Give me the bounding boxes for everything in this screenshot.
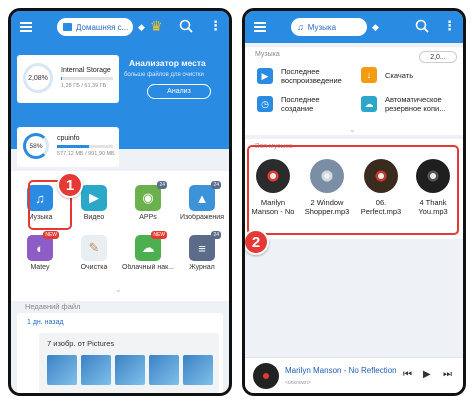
storage-size: 1,28 ГБ / 61,39 ГБ [61, 83, 107, 89]
cpu-label: cpuinfo [57, 135, 80, 142]
action-recent-played[interactable]: ▶ Последнее воспроизведение [257, 67, 345, 85]
player-track-title: Marilyn Manson - No Reflection [285, 366, 397, 375]
category-cloud[interactable]: ☁ NEW Облачный нак... [121, 231, 175, 271]
panel-label: Музыка [255, 51, 280, 58]
storage-usage-ring: 2,08% [23, 63, 53, 93]
top-bar: Домашняя с... ◆ ♛ ⋮ [11, 11, 229, 43]
search-icon[interactable] [179, 19, 193, 33]
play-square-icon: ▶ [257, 68, 273, 84]
recent-group-title: 7 изобр. от Pictures [47, 339, 115, 348]
picture-thumbnail[interactable] [183, 355, 213, 385]
analyzer-title: Анализатор места [129, 58, 206, 68]
location-label: Домашняя с... [76, 22, 129, 32]
player-album-cover [253, 363, 279, 389]
home-icon [63, 23, 72, 31]
cloud-sync-icon[interactable]: ◆ [138, 23, 146, 32]
cloud-backup-icon: ☁ [361, 96, 377, 112]
category-images[interactable]: ▲ 24 Изображения [175, 181, 229, 221]
mini-player[interactable]: Marilyn Manson - No Reflection <unknown>… [245, 357, 463, 393]
previous-track-icon[interactable]: ⏮ [403, 369, 412, 381]
action-auto-backup[interactable]: ☁ Автоматическое резервное копи... [361, 95, 463, 113]
clock-icon: ◷ [257, 96, 273, 112]
music-tab-pill[interactable]: ♫ Музыка [291, 18, 367, 36]
more-options-icon[interactable]: ⋮ [209, 19, 222, 33]
music-tab-label: Музыка [307, 22, 337, 32]
recent-files-label: Недавний файл [25, 302, 81, 311]
storage-chip[interactable]: 2,0... [419, 51, 457, 63]
picture-thumbnail[interactable] [47, 355, 77, 385]
menu-icon[interactable] [20, 22, 32, 32]
step-1-marker: 1 [57, 172, 83, 198]
picture-thumbnail[interactable] [81, 355, 111, 385]
recent-pictures-group[interactable]: 7 изобр. от Pictures [39, 333, 219, 393]
image-icon: ▲ 24 [189, 181, 221, 211]
cloud-sync-icon[interactable]: ◆ [372, 23, 380, 32]
music-note-icon: ♫ [297, 22, 304, 32]
picture-thumbnail[interactable] [149, 355, 179, 385]
category-cleanup[interactable]: ✎ Очистка [67, 235, 121, 271]
android-icon: ◉ 24 [135, 181, 167, 211]
cpu-size: 577,12 МБ / 991,90 МБ [57, 151, 115, 157]
left-screen: Домашняя с... ◆ ♛ ⋮ 2,08% Internal Stora… [11, 11, 229, 393]
recent-files-card: 1 дн. назад 7 изобр. от Pictures [17, 313, 223, 393]
layers-icon: ≡ 24 [189, 231, 221, 261]
download-icon: ↓ [361, 67, 377, 83]
internal-storage-card[interactable]: 2,08% Internal Storage 1,28 ГБ / 61,39 Г… [17, 55, 119, 103]
action-recent-created[interactable]: ◷ Последнее создание [257, 95, 345, 113]
phone-right: ♫ Музыка ◆ ⋮ Музыка 2,0... ▶ Последнее в… [242, 8, 466, 396]
play-icon: ▶ [81, 185, 107, 211]
location-pill[interactable]: Домашняя с... [57, 18, 133, 36]
expand-chevron-icon[interactable]: ⌄ [115, 285, 122, 294]
more-options-icon[interactable]: ⋮ [443, 19, 456, 33]
all-music-highlight-box [247, 145, 459, 235]
cpu-usage-ring: 58% [23, 133, 49, 159]
analyzer-subtitle: больше файлов для очистки [124, 72, 204, 78]
step-2-marker: 2 [245, 229, 269, 255]
search-icon[interactable] [415, 19, 429, 33]
music-actions-panel: Музыка 2,0... ▶ Последнее воспроизведени… [245, 47, 463, 135]
right-screen: ♫ Музыка ◆ ⋮ Музыка 2,0... ▶ Последнее в… [245, 11, 463, 393]
top-bar: ♫ Музыка ◆ ⋮ [245, 11, 463, 43]
player-track-artist: <unknown> [285, 380, 311, 386]
cloud-icon: ☁ NEW [135, 231, 167, 261]
menu-icon[interactable] [254, 22, 266, 32]
cpu-card[interactable]: 58% cpuinfo 577,12 МБ / 991,90 МБ [17, 127, 119, 167]
storage-label: Internal Storage [61, 67, 111, 74]
matey-icon: ◐ NEW [27, 231, 59, 261]
cpu-bar [57, 145, 113, 148]
action-download[interactable]: ↓ Скачать [361, 67, 449, 83]
category-matey[interactable]: ◐ NEW Matey [13, 231, 67, 271]
category-apps[interactable]: ◉ 24 APPs [121, 181, 175, 221]
phone-left: Домашняя с... ◆ ♛ ⋮ 2,08% Internal Stora… [8, 8, 232, 396]
crown-icon[interactable]: ♛ [150, 19, 163, 33]
category-journal[interactable]: ≡ 24 Журнал [175, 231, 229, 271]
storage-bar [61, 77, 113, 80]
broom-icon: ✎ [81, 235, 107, 261]
analyze-button[interactable]: Анализ [147, 84, 211, 99]
expand-chevron-icon[interactable]: ⌄ [349, 125, 356, 134]
recent-day-label: 1 дн. назад [27, 319, 64, 326]
next-track-icon[interactable]: ⏭ [443, 369, 452, 381]
play-icon[interactable]: ▶ [423, 369, 431, 381]
picture-thumbnail[interactable] [115, 355, 145, 385]
